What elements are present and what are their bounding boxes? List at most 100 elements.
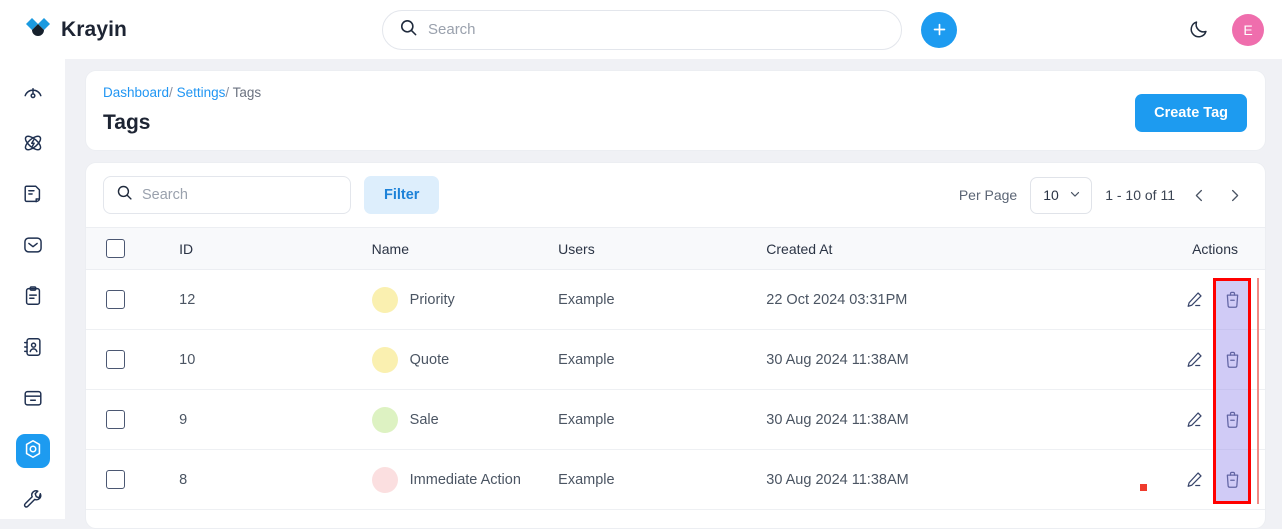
cell-name: Sale bbox=[359, 389, 553, 450]
sidebar-item-mail[interactable] bbox=[16, 231, 50, 265]
filter-button[interactable]: Filter bbox=[364, 176, 440, 214]
table-row[interactable]: 10 Quote Example 30 Aug 2024 11:38AM bbox=[86, 329, 1265, 390]
edit-button[interactable] bbox=[1183, 409, 1205, 431]
row-checkbox[interactable] bbox=[106, 290, 125, 309]
cell-name: Immediate Action bbox=[359, 449, 553, 510]
header-created-at[interactable]: Created At bbox=[760, 227, 1073, 270]
cell-name: Priority bbox=[359, 269, 553, 330]
clipboard-icon bbox=[22, 285, 44, 312]
row-checkbox[interactable] bbox=[106, 350, 125, 369]
user-avatar[interactable]: E bbox=[1232, 13, 1264, 46]
breadcrumb-dashboard[interactable]: Dashboard bbox=[103, 85, 169, 100]
tag-color-swatch bbox=[371, 406, 398, 433]
header-id-label: ID bbox=[179, 240, 194, 257]
header-select-all bbox=[86, 227, 168, 270]
pagination-next-button[interactable] bbox=[1223, 184, 1245, 206]
table-toolbar: Filter Per Page 10 1 - 10 of 11 bbox=[86, 163, 1265, 227]
sidebar-item-leads[interactable] bbox=[16, 129, 50, 163]
cell-created-at: 30 Aug 2024 11:38AM bbox=[760, 329, 1073, 390]
cell-actions bbox=[1072, 389, 1265, 450]
dark-mode-toggle[interactable] bbox=[1186, 18, 1210, 42]
delete-button[interactable] bbox=[1221, 349, 1243, 371]
table-body: 12 Priority Example 22 Oct 2024 03:31PM 10 Qu… bbox=[86, 269, 1265, 510]
tags-table-card: Filter Per Page 10 1 - 10 of 11 bbox=[85, 162, 1266, 529]
delete-button[interactable] bbox=[1221, 469, 1243, 491]
sidebar-item-quotes[interactable] bbox=[16, 180, 50, 214]
gear-icon bbox=[22, 438, 44, 465]
edit-button[interactable] bbox=[1183, 469, 1205, 491]
sidebar-item-dashboard[interactable] bbox=[16, 78, 50, 112]
breadcrumb-current: Tags bbox=[232, 85, 262, 100]
page-title: Tags bbox=[103, 111, 151, 134]
sidebar-item-contacts[interactable] bbox=[16, 332, 50, 366]
table-row[interactable]: 9 Sale Example 30 Aug 2024 11:38AM bbox=[86, 389, 1265, 450]
tag-name-label: Priority bbox=[409, 291, 455, 308]
sidebar-item-configure[interactable] bbox=[16, 485, 50, 519]
edit-button[interactable] bbox=[1183, 289, 1205, 311]
top-header: Krayin E bbox=[0, 0, 1282, 59]
header-name[interactable]: Name bbox=[359, 227, 553, 270]
header-name-label: Name bbox=[371, 240, 410, 257]
per-page-select[interactable]: 10 bbox=[1030, 176, 1093, 214]
header-users-label: Users bbox=[558, 240, 595, 257]
sidebar-item-activities[interactable] bbox=[16, 282, 50, 316]
box-icon bbox=[22, 387, 44, 414]
brand[interactable]: Krayin bbox=[18, 15, 258, 45]
sidebar-item-products[interactable] bbox=[16, 383, 50, 417]
row-checkbox[interactable] bbox=[106, 410, 125, 429]
cell-created-at: 30 Aug 2024 11:38AM bbox=[760, 449, 1073, 510]
cell-id: 8 bbox=[167, 449, 360, 510]
pagination-range: 1 - 10 of 11 bbox=[1105, 187, 1175, 203]
table-search[interactable] bbox=[103, 176, 351, 214]
brand-name: Krayin bbox=[61, 17, 127, 41]
breadcrumb-separator-2: / bbox=[225, 85, 230, 100]
select-all-checkbox[interactable] bbox=[106, 239, 125, 258]
header-created-at-label: Created At bbox=[766, 240, 833, 257]
tag-name-label: Sale bbox=[409, 411, 439, 428]
row-select-cell bbox=[86, 329, 168, 390]
pagination: Per Page 10 1 - 10 of 11 bbox=[958, 176, 1245, 214]
table-search-input[interactable] bbox=[142, 187, 338, 203]
wrench-icon bbox=[22, 489, 44, 516]
header-actions-label: Actions bbox=[1192, 240, 1238, 257]
sidebar-item-settings[interactable] bbox=[15, 434, 50, 469]
search-icon bbox=[399, 18, 418, 42]
main-content: Dashboard/ Settings/ Tags Tags Create Ta… bbox=[65, 59, 1282, 529]
global-search[interactable] bbox=[382, 9, 902, 50]
row-checkbox[interactable] bbox=[106, 470, 125, 489]
tags-table: ID Name Users Created At Actions 12 Prior… bbox=[86, 227, 1265, 510]
header-actions: Actions bbox=[1072, 227, 1265, 270]
cell-users: Example bbox=[552, 389, 761, 450]
cell-actions bbox=[1072, 269, 1265, 330]
header-id[interactable]: ID bbox=[167, 227, 360, 270]
cell-actions bbox=[1072, 329, 1265, 390]
cell-id: 10 bbox=[167, 329, 360, 390]
tag-color-swatch bbox=[371, 466, 398, 493]
table-head: ID Name Users Created At Actions bbox=[86, 227, 1265, 270]
breadcrumb-settings[interactable]: Settings bbox=[177, 85, 226, 100]
search-icon bbox=[116, 184, 133, 206]
edit-button[interactable] bbox=[1183, 349, 1205, 371]
page-header-card: Dashboard/ Settings/ Tags Tags Create Ta… bbox=[85, 70, 1266, 151]
sidebar bbox=[0, 59, 65, 519]
cell-created-at: 22 Oct 2024 03:31PM bbox=[760, 269, 1073, 330]
per-page-label: Per Page bbox=[958, 187, 1018, 203]
table-row[interactable]: 12 Priority Example 22 Oct 2024 03:31PM bbox=[86, 269, 1265, 330]
header-users[interactable]: Users bbox=[552, 227, 761, 270]
global-search-input[interactable] bbox=[428, 21, 885, 38]
delete-button[interactable] bbox=[1221, 289, 1243, 311]
contact-book-icon bbox=[22, 336, 44, 363]
delete-button[interactable] bbox=[1221, 409, 1243, 431]
breadcrumb-separator-1: / bbox=[169, 85, 173, 100]
header-actions: E bbox=[1186, 0, 1264, 59]
quick-add-button[interactable] bbox=[921, 11, 957, 48]
pagination-prev-button[interactable] bbox=[1188, 184, 1210, 206]
table-row[interactable]: 8 Immediate Action Example 30 Aug 2024 11:3… bbox=[86, 449, 1265, 510]
row-select-cell bbox=[86, 449, 168, 510]
cell-created-at: 30 Aug 2024 11:38AM bbox=[760, 389, 1073, 450]
per-page-value: 10 bbox=[1043, 187, 1059, 203]
krayin-logo-icon bbox=[18, 15, 52, 45]
tag-name-label: Immediate Action bbox=[409, 471, 521, 488]
create-tag-button[interactable]: Create Tag bbox=[1135, 94, 1247, 132]
row-select-cell bbox=[86, 389, 168, 450]
